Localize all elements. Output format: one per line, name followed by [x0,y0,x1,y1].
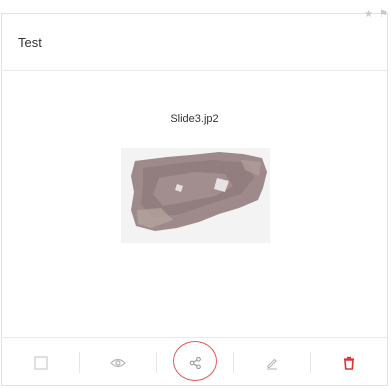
action-bar [2,338,387,387]
slide-filename: Slide3.jp2 [170,113,219,125]
slide-thumbnail[interactable] [121,148,270,243]
corner-icons: ★ ⚑ [364,10,388,20]
view-button[interactable] [79,338,156,387]
star-icon[interactable]: ★ [364,10,373,20]
card-header: Test [2,14,387,71]
flag-icon[interactable]: ⚑ [379,10,388,20]
pencil-icon [266,358,277,369]
edit-button[interactable] [233,338,310,387]
eye-icon [109,358,126,367]
tissue-image [131,152,267,231]
share-button[interactable] [156,338,233,387]
card-content: Slide3.jp2 [2,71,387,338]
slide-card: Test Slide3.jp2 [1,13,388,386]
select-checkbox[interactable] [2,338,79,387]
trash-icon [343,356,354,370]
delete-button[interactable] [310,338,387,387]
checkbox-icon [34,356,47,369]
card-title: Test [18,34,42,50]
share-highlight-ring [172,341,217,381]
